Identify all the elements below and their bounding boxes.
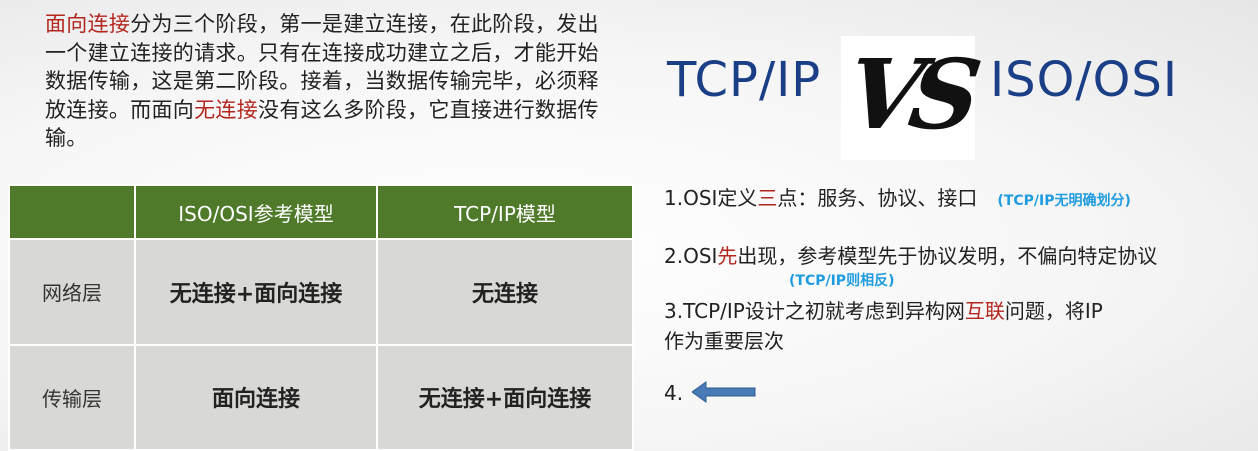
- table-header-row: ISO/OSI参考模型 TCP/IP模型: [8, 184, 634, 240]
- note-2-highlight: 先: [717, 244, 738, 268]
- comparison-table: ISO/OSI参考模型 TCP/IP模型 网络层 无连接+面向连接 无连接 传输…: [8, 184, 634, 451]
- term-connection-oriented: 面向连接: [45, 12, 131, 36]
- term-connectionless: 无连接: [194, 97, 259, 122]
- row-label-network: 网络层: [8, 238, 136, 346]
- note-3-text-a: 3.TCP/IP设计之初就考虑到异构网: [664, 299, 965, 323]
- note-1-text-b: 点：服务、协议、接口: [777, 186, 978, 210]
- left-arrow-icon: [692, 381, 756, 403]
- note-4: 4.: [664, 381, 684, 405]
- description-paragraph: 面向连接分为三个阶段，第一是建立连接，在此阶段，发出一个建立连接的请求。只有在连…: [45, 10, 605, 153]
- iso-osi-title: ISO/OSI: [990, 52, 1178, 108]
- vs-logo: VS: [840, 36, 976, 160]
- vs-text: VS: [840, 38, 976, 151]
- note-2-hint: (TCP/IP则相反): [789, 273, 895, 289]
- note-1-highlight: 三: [757, 186, 778, 210]
- table-row: 网络层 无连接+面向连接 无连接: [8, 238, 634, 346]
- row-label-transport: 传输层: [8, 343, 136, 451]
- table-header-tcp: TCP/IP模型: [376, 184, 634, 240]
- note-1-hint: (TCP/IP无明确划分): [997, 193, 1131, 209]
- cell-transport-osi: 面向连接: [134, 343, 378, 451]
- note-3-highlight: 互联: [964, 299, 1005, 323]
- note-3-text-c: 作为重要层次: [664, 329, 784, 353]
- cell-transport-tcp: 无连接+面向连接: [376, 343, 634, 451]
- note-2-text-b: 出现，参考模型先于协议发明，不偏向特定协议: [737, 244, 1158, 268]
- note-1-text-a: 1.OSI定义: [664, 186, 758, 210]
- note-3-text-b: 问题，将IP: [1004, 299, 1103, 323]
- note-1: 1.OSI定义三点：服务、协议、接口 (TCP/IP无明确划分): [664, 182, 1131, 211]
- table-header-osi: ISO/OSI参考模型: [134, 184, 378, 240]
- cell-network-tcp: 无连接: [376, 238, 634, 346]
- note-2: 2.OSI先出现，参考模型先于协议发明，不偏向特定协议: [664, 240, 1157, 269]
- table-header-empty: [8, 184, 136, 240]
- table-row: 传输层 面向连接 无连接+面向连接: [8, 343, 634, 451]
- note-2-text-a: 2.OSI: [664, 244, 718, 268]
- cell-network-osi: 无连接+面向连接: [134, 238, 378, 346]
- tcp-ip-title: TCP/IP: [667, 52, 822, 108]
- note-3: 3.TCP/IP设计之初就考虑到异构网互联问题，将IP 作为重要层次: [664, 296, 1103, 356]
